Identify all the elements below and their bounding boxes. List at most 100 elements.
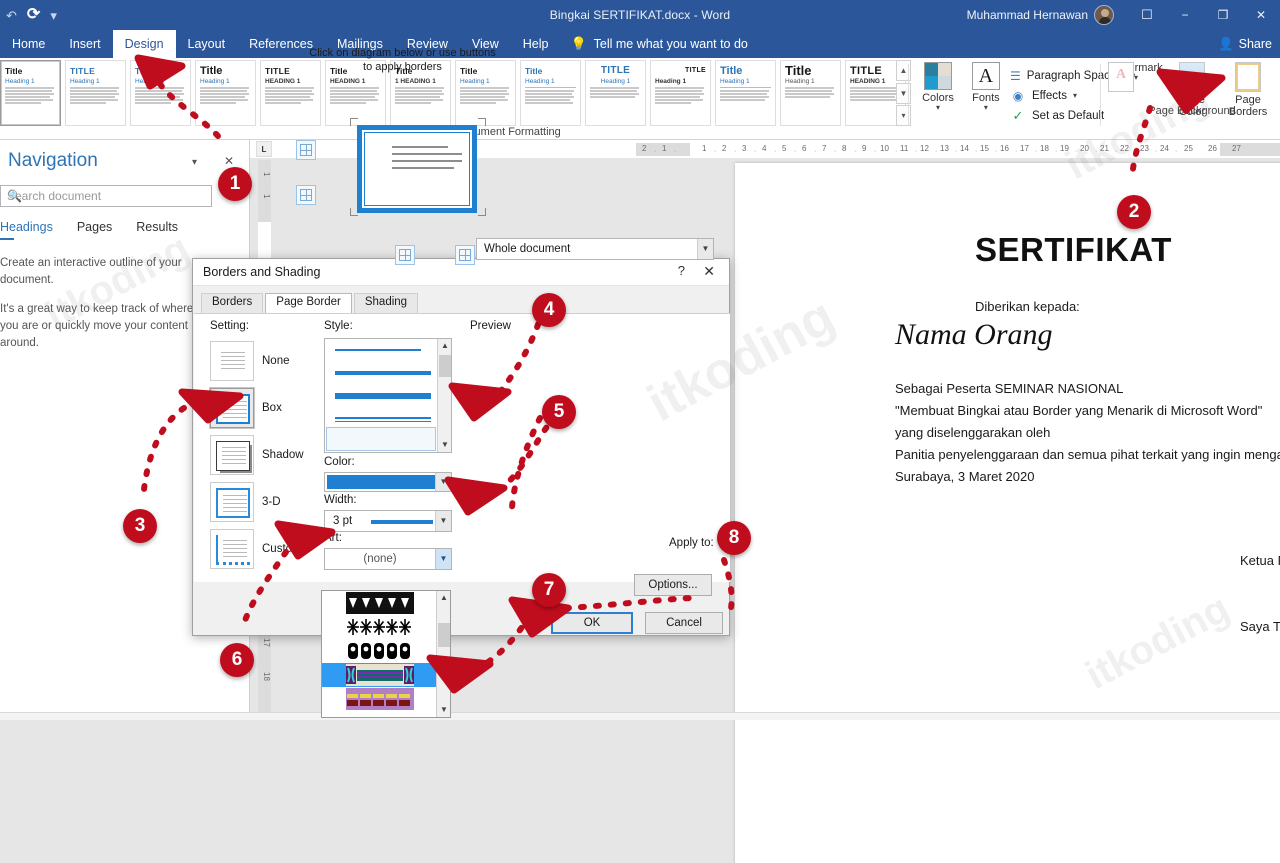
effects-button[interactable]: ◉ Effects ▾ bbox=[1010, 86, 1110, 106]
tab-insert[interactable]: Insert bbox=[57, 30, 112, 58]
chevron-down-icon[interactable]: ▼ bbox=[697, 239, 713, 259]
chevron-down-icon[interactable]: ▾ bbox=[1073, 92, 1077, 100]
setting-option-custom[interactable]: Custom bbox=[210, 526, 305, 571]
scrollbar-thumb[interactable] bbox=[438, 623, 450, 647]
art-dropdown[interactable]: (none) ▼ bbox=[324, 548, 452, 570]
dialog-tab-borders[interactable]: Borders bbox=[201, 293, 264, 313]
style-set-card[interactable]: TITLE Heading 1 bbox=[650, 60, 711, 126]
art-dropdown-list[interactable]: ▲ ▼ bbox=[321, 590, 451, 718]
set-as-default-button[interactable]: ✓ Set as Default bbox=[1010, 106, 1110, 126]
options-button[interactable]: Options... bbox=[634, 574, 712, 596]
nav-body-line: Create an interactive outline of your do… bbox=[0, 257, 182, 286]
tell-me-search[interactable]: 💡 Tell me what you want to do bbox=[560, 30, 757, 58]
color-dropdown[interactable]: ▼ bbox=[324, 472, 452, 492]
art-option[interactable] bbox=[322, 639, 450, 663]
chevron-down-icon[interactable]: ▾ bbox=[922, 104, 954, 112]
ribbon-display-options-icon[interactable]: ☐ bbox=[1128, 0, 1166, 30]
nav-tab-results[interactable]: Results bbox=[136, 220, 178, 234]
fonts-button[interactable]: A Fonts ▾ bbox=[971, 62, 1000, 112]
ok-button[interactable]: OK bbox=[551, 612, 633, 634]
chevron-down-icon[interactable]: ▼ bbox=[437, 703, 450, 717]
chevron-down-icon[interactable]: ▾ bbox=[192, 157, 197, 168]
step-badge: 8 bbox=[717, 521, 751, 555]
preview-top-border-button[interactable] bbox=[296, 140, 316, 160]
account-name[interactable]: Muhammad Hernawan bbox=[967, 8, 1088, 22]
chevron-down-icon[interactable]: ▼ bbox=[435, 511, 451, 531]
style-set-card[interactable]: Title Heading 1 bbox=[130, 60, 191, 126]
dialog-tab-shading[interactable]: Shading bbox=[353, 293, 419, 313]
style-set-card[interactable]: Title Heading 1 bbox=[780, 60, 841, 126]
setting-option-shadow[interactable]: Shadow bbox=[210, 432, 305, 477]
cancel-button[interactable]: Cancel bbox=[645, 612, 723, 634]
tab-layout[interactable]: Layout bbox=[176, 30, 238, 58]
tab-design[interactable]: Design bbox=[112, 30, 176, 58]
style-list[interactable]: ▲ ▼ bbox=[324, 338, 452, 453]
art-option[interactable] bbox=[322, 591, 450, 615]
nav-tab-pages[interactable]: Pages bbox=[77, 220, 112, 234]
dialog-tab-page-border[interactable]: Page Border bbox=[265, 293, 352, 313]
style-set-card[interactable]: Title Heading 1 bbox=[195, 60, 256, 126]
art-option-selected[interactable] bbox=[322, 663, 450, 687]
tell-me-label: Tell me what you want to do bbox=[593, 37, 748, 51]
share-button[interactable]: 👤 Share bbox=[1218, 30, 1276, 58]
style-option[interactable] bbox=[325, 385, 451, 408]
preview-diagram[interactable] bbox=[358, 126, 476, 212]
close-icon[interactable]: ✕ bbox=[224, 154, 234, 168]
search-input[interactable]: Search document 🔍 bbox=[0, 185, 212, 207]
horizontal-ruler[interactable]: 2 · 1 · 1 · 2 · 3 · 4 · 5 · 6 · 7 · 8 · 9 · 10 · 11 ·… bbox=[636, 143, 1280, 156]
style-list-scrollbar[interactable]: ▲ ▼ bbox=[437, 339, 451, 452]
avatar[interactable] bbox=[1094, 5, 1114, 25]
preview-bottom-border-button[interactable] bbox=[395, 245, 415, 265]
style-set-card[interactable]: TITLE Heading 1 bbox=[65, 60, 126, 126]
nav-tab-headings[interactable]: Headings bbox=[0, 220, 53, 234]
watermark-button[interactable]: Watermark ▾ bbox=[1108, 62, 1164, 92]
style-set-card[interactable]: Title Heading 1 bbox=[0, 60, 61, 126]
scrollbar-thumb[interactable] bbox=[439, 355, 451, 377]
style-option[interactable] bbox=[325, 339, 451, 362]
chevron-down-icon[interactable]: ▼ bbox=[438, 438, 451, 452]
chevron-down-icon[interactable]: ▾ bbox=[1108, 74, 1164, 82]
chevron-up-icon[interactable]: ▲ bbox=[437, 591, 450, 605]
paragraph-spacing-button[interactable]: ☰ Paragraph Spacing ▾ bbox=[1010, 66, 1135, 86]
apply-to-dropdown[interactable]: Whole document ▼ bbox=[476, 238, 714, 260]
close-icon[interactable]: ✕ bbox=[1242, 0, 1280, 30]
chevron-down-icon[interactable]: ▼ bbox=[435, 549, 451, 569]
tab-stop-selector[interactable]: L bbox=[256, 141, 272, 157]
colors-button[interactable]: Colors ▾ bbox=[922, 62, 954, 112]
tab-home[interactable]: Home bbox=[0, 30, 57, 58]
tab-help[interactable]: Help bbox=[511, 30, 561, 58]
style-selected-indicator bbox=[326, 427, 436, 451]
art-list-scrollbar[interactable]: ▲ ▼ bbox=[436, 591, 450, 717]
close-icon[interactable]: ✕ bbox=[703, 263, 715, 280]
preview-right-border-button[interactable] bbox=[455, 245, 475, 265]
setting-option-3d[interactable]: 3-D bbox=[210, 479, 305, 524]
setting-option-none[interactable]: None bbox=[210, 338, 305, 383]
style-card-lines bbox=[135, 87, 186, 104]
width-dropdown[interactable]: 3 pt ▼ bbox=[324, 510, 452, 532]
navigation-pane-tabs: Headings Pages Results bbox=[0, 220, 178, 234]
chevron-up-icon[interactable]: ▲ bbox=[438, 339, 451, 353]
setting-options[interactable]: None Box Shadow 3-D Custom bbox=[210, 338, 305, 573]
minimize-icon[interactable]: − bbox=[1166, 0, 1204, 30]
style-set-card[interactable]: TITLE Heading 1 bbox=[585, 60, 646, 126]
art-pattern-icon bbox=[346, 688, 414, 710]
art-option[interactable] bbox=[322, 615, 450, 639]
chevron-down-icon[interactable]: ▼ bbox=[435, 473, 451, 491]
style-card-heading: Heading 1 bbox=[785, 78, 815, 85]
preview-left-border-button[interactable] bbox=[296, 185, 316, 205]
art-option[interactable] bbox=[322, 687, 450, 711]
chevron-down-icon[interactable]: ▾ bbox=[972, 104, 1000, 112]
style-card-lines bbox=[525, 90, 576, 104]
restore-icon[interactable]: ❐ bbox=[1204, 0, 1242, 30]
setting-option-box[interactable]: Box bbox=[210, 385, 305, 430]
style-card-lines bbox=[720, 90, 771, 101]
paragraph-spacing-icon: ☰ bbox=[1010, 69, 1021, 83]
help-icon[interactable]: ? bbox=[678, 263, 685, 278]
title-bar-right: Muhammad Hernawan ☐ − ❐ ✕ bbox=[967, 0, 1280, 30]
document-page[interactable]: SERTIFIKAT Diberikan kepada: Nama Orang … bbox=[735, 163, 1280, 863]
search-icon[interactable]: 🔍 bbox=[7, 189, 206, 203]
style-set-card[interactable]: Title Heading 1 bbox=[715, 60, 776, 126]
style-set-card[interactable]: Title Heading 1 bbox=[520, 60, 581, 126]
style-option[interactable] bbox=[325, 362, 451, 385]
setting-option-label: Shadow bbox=[262, 448, 304, 461]
